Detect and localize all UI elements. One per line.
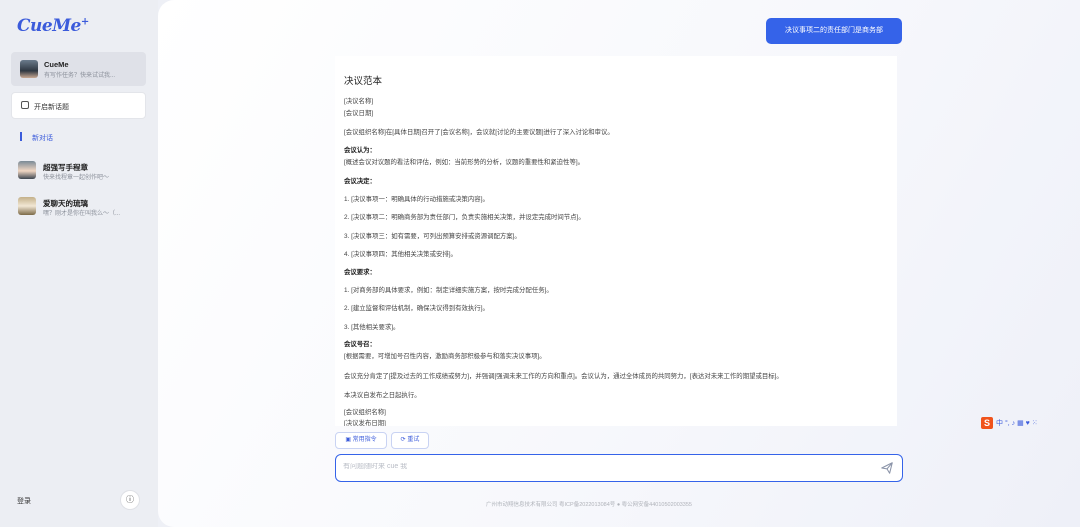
answer-line: [会议组织名称]在[具体日期]召开了[会议名称]，会议就[讨论的主要议题]进行了… <box>344 129 614 136</box>
chat-input-box <box>335 454 903 482</box>
ime-toolbar[interactable]: S 中 °, ♪ ▦ ♥ ⁙ <box>981 417 1038 429</box>
answer-line: [概述会议对议题的看法和评估，例如：当前形势的分析，议题的重要性和紧迫性等]。 <box>344 159 585 166</box>
login-link[interactable]: 登录 <box>17 496 31 506</box>
answer-line: [根据需要，可增加号召性内容，激励商务部积极参与和落实决议事项]。 <box>344 353 546 360</box>
answer-section-heading: 会议要求： <box>344 269 376 276</box>
answer-line: 1. [对商务部的具体要求，例如：制定详细实施方案，按时完成分配任务]。 <box>344 287 553 294</box>
avatar <box>18 197 36 215</box>
answer-section-heading: 会议号召： <box>344 341 376 348</box>
answer-line: [决议名称] <box>344 98 374 105</box>
app-logo[interactable]: CueMe+ <box>17 16 89 36</box>
ime-logo-icon: S <box>981 417 993 429</box>
sidebar-item-cueme[interactable]: CueMe 有写作任务？快来试试我... <box>11 52 146 86</box>
new-topic-label: 开启新话题 <box>34 104 69 111</box>
sidebar-item-subtitle: 嘿？刚才是你在叫我么～（... <box>43 211 121 217</box>
answer-line: 本决议自发布之日起执行。 <box>344 392 421 399</box>
avatar <box>20 60 38 78</box>
ime-tools: 中 °, ♪ ▦ ♥ ⁙ <box>996 420 1038 427</box>
active-indicator <box>20 132 22 141</box>
user-message: 决议事项二的责任部门是商务部 <box>766 18 902 44</box>
info-icon[interactable]: ⓘ <box>120 490 140 510</box>
new-topic-icon <box>21 101 29 109</box>
chat-area: 决议事项二的责任部门是商务部 决议范本 [决议名称] [会议日期] [会议组织名称]… <box>158 0 1080 527</box>
answer-line: 2. [建立监督和评估机制，确保决议得到有效执行]。 <box>344 305 489 312</box>
assistant-answer: 决议范本 [决议名称] [会议日期] [会议组织名称]在[具体日期]召开了[会议名称… <box>335 56 897 426</box>
answer-title: 决议范本 <box>344 76 383 87</box>
answer-line: 1. [决议事项一：明确具体的行动措施或决策内容]。 <box>344 196 489 203</box>
sidebar-item-subtitle: 快来找程章一起创作吧～ <box>43 175 110 181</box>
answer-line: [会议日期] <box>344 110 374 117</box>
answer-line: [决议发布日期] <box>344 420 386 426</box>
answer-line: [会议组织名称] <box>344 409 386 416</box>
answer-line: 会议充分肯定了[提及过去的工作成绩或努力]，并强调[强调未来工作的方向和重点]。… <box>344 373 783 380</box>
sidebar-item-writer[interactable]: 超强写手程章 快来找程章一起创作吧～ <box>11 156 146 186</box>
answer-section-heading: 会议决定： <box>344 178 376 185</box>
common-commands-button[interactable]: ▣ 常用指令 <box>335 432 387 449</box>
chat-input[interactable] <box>343 463 843 470</box>
answer-line: 3. [其他相关要求]。 <box>344 324 400 331</box>
retry-button[interactable]: ⟳ 重试 <box>391 432 429 449</box>
new-topic-button[interactable]: 开启新话题 <box>11 92 146 119</box>
send-icon[interactable] <box>880 461 894 475</box>
sidebar-item-liuli[interactable]: 爱聊天的琉璃 嘿？刚才是你在叫我么～（... <box>11 192 146 222</box>
sidebar: CueMe+ CueMe 有写作任务？快来试试我... 开启新话题 新对话 超强… <box>0 0 158 527</box>
answer-line: 3. [决议事项三：如有需要，可列出预算安排或资源调配方案]。 <box>344 233 521 240</box>
answer-line: 2. [决议事项二：明确商务部为责任部门，负责实施相关决策，并设定完成时间节点]… <box>344 214 585 221</box>
sidebar-item-title: CueMe <box>44 60 69 69</box>
sidebar-item-new-chat[interactable]: 新对话 <box>32 133 53 143</box>
sidebar-item-subtitle: 有写作任务？快来试试我... <box>44 73 116 79</box>
answer-section-heading: 会议认为： <box>344 147 376 154</box>
footer-text: 广州市动翔信息技术有限公司 粤ICP备2022013084号 ● 粤公网安备44… <box>486 502 692 508</box>
answer-line: 4. [决议事项四：其他相关决策或安排]。 <box>344 251 457 258</box>
avatar <box>18 161 36 179</box>
